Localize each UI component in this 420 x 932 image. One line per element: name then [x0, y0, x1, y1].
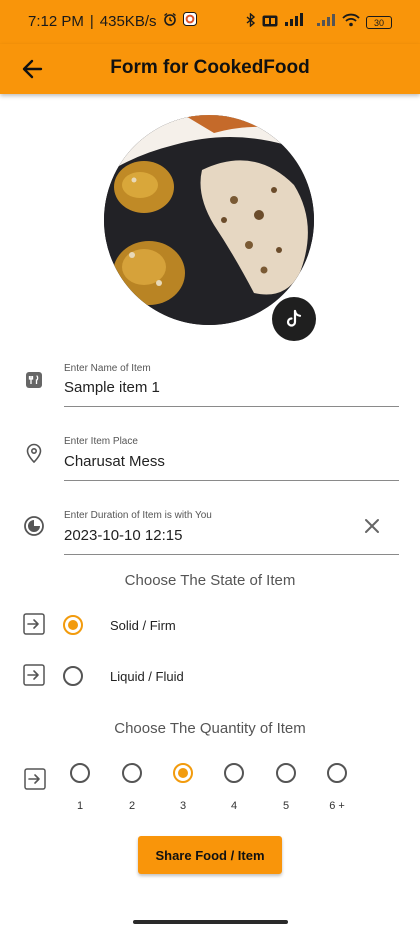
login-arrow-icon	[24, 768, 46, 790]
close-icon	[365, 519, 379, 533]
item-place-value[interactable]: Charusat Mess	[64, 453, 165, 470]
quantity-label: 3	[179, 800, 187, 812]
battery-level: 30	[373, 17, 384, 28]
photo-edit-button[interactable]	[272, 297, 316, 341]
quantity-label: 4	[230, 800, 238, 812]
status-data-speed: 435KB/s	[99, 12, 157, 30]
item-place-underline	[64, 480, 399, 481]
quantity-option-3[interactable]: 3	[163, 763, 203, 823]
wifi-icon	[342, 13, 360, 32]
food-photo	[104, 115, 314, 325]
signal-strength-icon	[284, 13, 310, 32]
radio-quantity-1[interactable]	[70, 763, 90, 783]
item-name-label: Enter Name of Item	[64, 363, 151, 374]
quantity-option-2[interactable]: 2	[112, 763, 152, 823]
app-bar: Form for CookedFood	[0, 44, 420, 94]
item-name-value[interactable]: Sample item 1	[64, 379, 160, 396]
item-duration-field[interactable]: Enter Duration of Item is with You 2023-…	[0, 507, 420, 567]
state-option-solid[interactable]: Solid / Firm	[0, 610, 420, 640]
radio-quantity-3[interactable]	[173, 763, 193, 783]
quantity-option-6-plus[interactable]: 6 +	[317, 763, 357, 823]
item-name-field[interactable]: Enter Name of Item Sample item 1	[0, 360, 420, 420]
radio-quantity-2[interactable]	[122, 763, 142, 783]
battery-icon: 30	[366, 16, 392, 29]
item-place-field[interactable]: Enter Item Place Charusat Mess	[0, 433, 420, 493]
quantity-option-1[interactable]: 1	[60, 763, 100, 823]
location-pin-icon	[26, 443, 42, 464]
clear-duration-button[interactable]	[360, 514, 384, 538]
status-icons: 30	[246, 12, 392, 32]
status-left: 7:12 PM | 435KB/s	[28, 12, 197, 30]
item-photo[interactable]	[104, 115, 314, 325]
share-food-button[interactable]: Share Food / Item	[138, 836, 282, 874]
timelapse-icon	[24, 516, 44, 536]
quantity-label: 1	[76, 800, 84, 812]
radio-liquid[interactable]	[63, 666, 83, 686]
quantity-section-title: Choose The Quantity of Item	[114, 720, 306, 737]
item-duration-underline	[64, 554, 399, 555]
item-duration-label: Enter Duration of Item is with You	[64, 510, 212, 521]
signal-strength-2-icon	[316, 13, 336, 32]
item-duration-value[interactable]: 2023-10-10 12:15	[64, 527, 182, 544]
volte-icon	[262, 14, 278, 32]
bluetooth-icon	[246, 12, 256, 32]
quantity-label: 6 +	[329, 800, 345, 812]
home-indicator[interactable]	[133, 920, 288, 924]
status-bar: 7:12 PM | 435KB/s 30	[0, 0, 420, 44]
state-option-label: Solid / Firm	[110, 618, 176, 633]
app-notification-icon	[182, 12, 197, 30]
state-option-liquid[interactable]: Liquid / Fluid	[0, 661, 420, 691]
quantity-label: 2	[128, 800, 136, 812]
login-arrow-icon	[23, 613, 45, 635]
radio-quantity-6-plus[interactable]	[327, 763, 347, 783]
restaurant-icon	[26, 372, 42, 388]
item-place-label: Enter Item Place	[64, 436, 138, 447]
radio-quantity-4[interactable]	[224, 763, 244, 783]
tiktok-icon	[286, 309, 302, 327]
status-separator: |	[89, 12, 94, 30]
state-section-title: Choose The State of Item	[124, 572, 296, 589]
quantity-option-5[interactable]: 5	[266, 763, 306, 823]
alarm-icon	[163, 12, 177, 30]
item-name-underline	[64, 406, 399, 407]
page-title: Form for CookedFood	[110, 57, 310, 78]
login-arrow-icon	[23, 664, 45, 686]
status-time: 7:12 PM	[28, 12, 84, 30]
state-option-label: Liquid / Fluid	[110, 669, 184, 684]
radio-quantity-5[interactable]	[276, 763, 296, 783]
quantity-option-4[interactable]: 4	[214, 763, 254, 823]
radio-solid[interactable]	[63, 615, 83, 635]
quantity-label: 5	[282, 800, 290, 812]
